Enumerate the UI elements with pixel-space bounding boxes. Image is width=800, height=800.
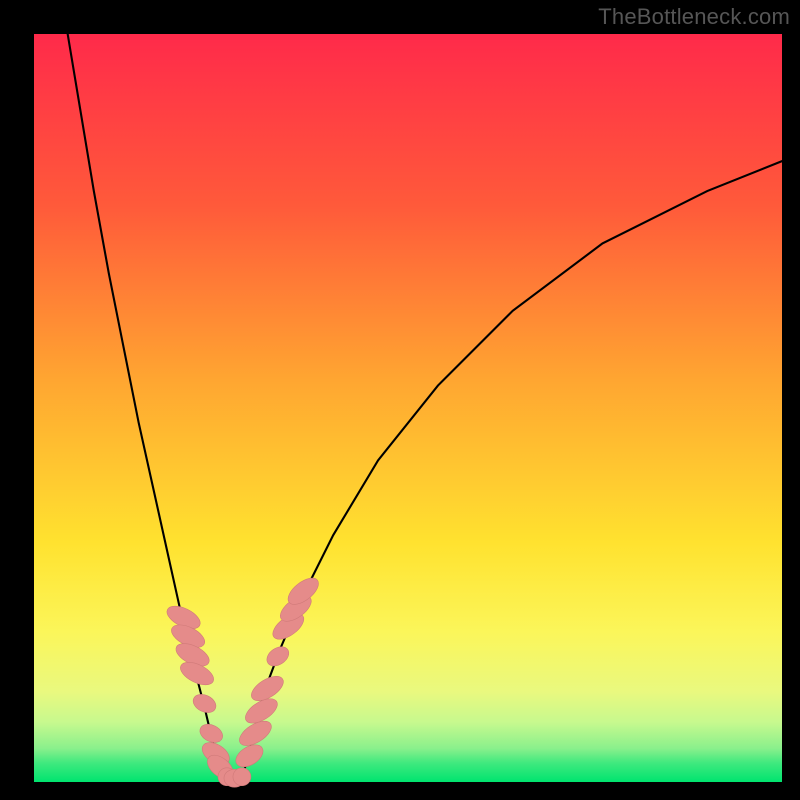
chart-frame: TheBottleneck.com (0, 0, 800, 800)
chart-overlay (34, 34, 782, 782)
data-marker (263, 643, 292, 670)
data-marker (233, 768, 251, 786)
chart-plot-area (34, 34, 782, 782)
curve-right-branch (242, 161, 782, 778)
data-marker (190, 691, 219, 716)
data-marker (197, 721, 226, 746)
watermark-text: TheBottleneck.com (598, 4, 790, 30)
